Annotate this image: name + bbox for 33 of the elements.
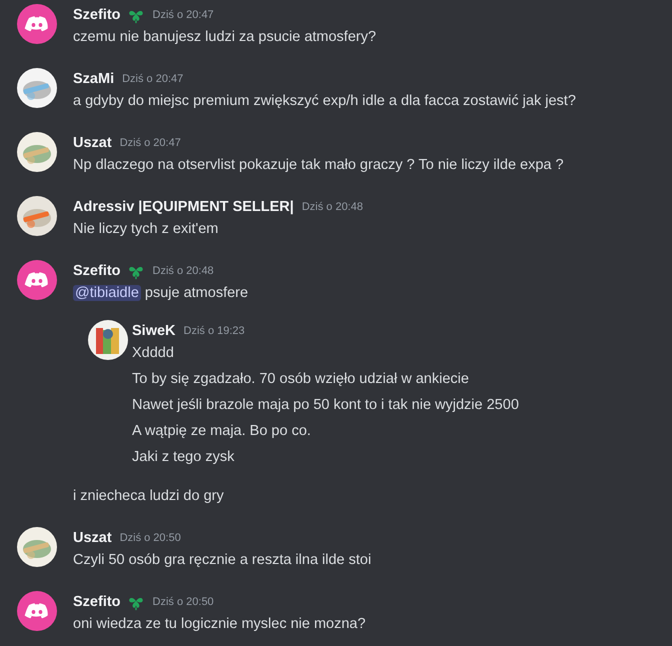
message-text: Nawet jeśli brazole maja po 50 kont to i tak nie wyjdzie 2500 (132, 396, 519, 415)
message-text: Czyli 50 osób gra ręcznie a reszta ilna ilde stoi (73, 551, 372, 570)
username[interactable]: Uszat (73, 530, 112, 546)
username[interactable]: Szefito (73, 263, 121, 279)
timestamp: Dziś o 20:47 (120, 137, 181, 149)
message-text: czemu nie banujesz ludzi za psucie atmosfery? (73, 28, 378, 47)
username[interactable]: Uszat (73, 135, 112, 151)
timestamp: Dziś o 20:47 (152, 9, 214, 21)
message-text: psuje atmosfere (144, 285, 248, 301)
message-text: oni wiedza ze tu logicznie myslec nie mozna? (73, 615, 367, 634)
timestamp: Dziś o 20:48 (152, 265, 214, 277)
message-text: i zniecheca ludzi do gry (73, 487, 225, 506)
message-text: Np dlaczego na otservlist pokazuje tak mało graczy ? To nie liczy ilde expa ? (73, 156, 565, 175)
message-text: Xdddd (132, 344, 175, 363)
username[interactable]: Szefito (73, 7, 121, 23)
username[interactable]: SzaMi (73, 71, 114, 87)
message-text: a gdyby do miejsc premium zwiększyć exp/h idle a dla facca zostawić jak jest? (73, 92, 577, 111)
username[interactable]: SiweK (132, 323, 176, 339)
timestamp: Dziś o 20:50 (120, 532, 181, 544)
discord-avatar-icon (17, 591, 57, 631)
message-text: Jaki z tego zysk (132, 448, 236, 467)
discord-avatar-icon (17, 260, 57, 300)
timestamp: Dziś o 19:23 (184, 325, 245, 337)
timestamp: Dziś o 20:47 (122, 73, 184, 85)
discord-avatar-icon (17, 4, 57, 44)
username[interactable]: Szefito (73, 594, 121, 610)
message-text: A wątpię ze maja. Bo po co. (132, 422, 312, 441)
timestamp: Dziś o 20:50 (152, 596, 214, 608)
message-text: To by się zgadzało. 70 osób wzięło udział w ankiecie (132, 370, 470, 389)
timestamp: Dziś o 20:48 (302, 201, 363, 213)
user-mention[interactable]: @tibiaidle (73, 285, 141, 301)
username[interactable]: Adressiv |EQUIPMENT SELLER| (73, 199, 294, 215)
message-text: Nie liczy tych z exit'em (73, 220, 220, 239)
